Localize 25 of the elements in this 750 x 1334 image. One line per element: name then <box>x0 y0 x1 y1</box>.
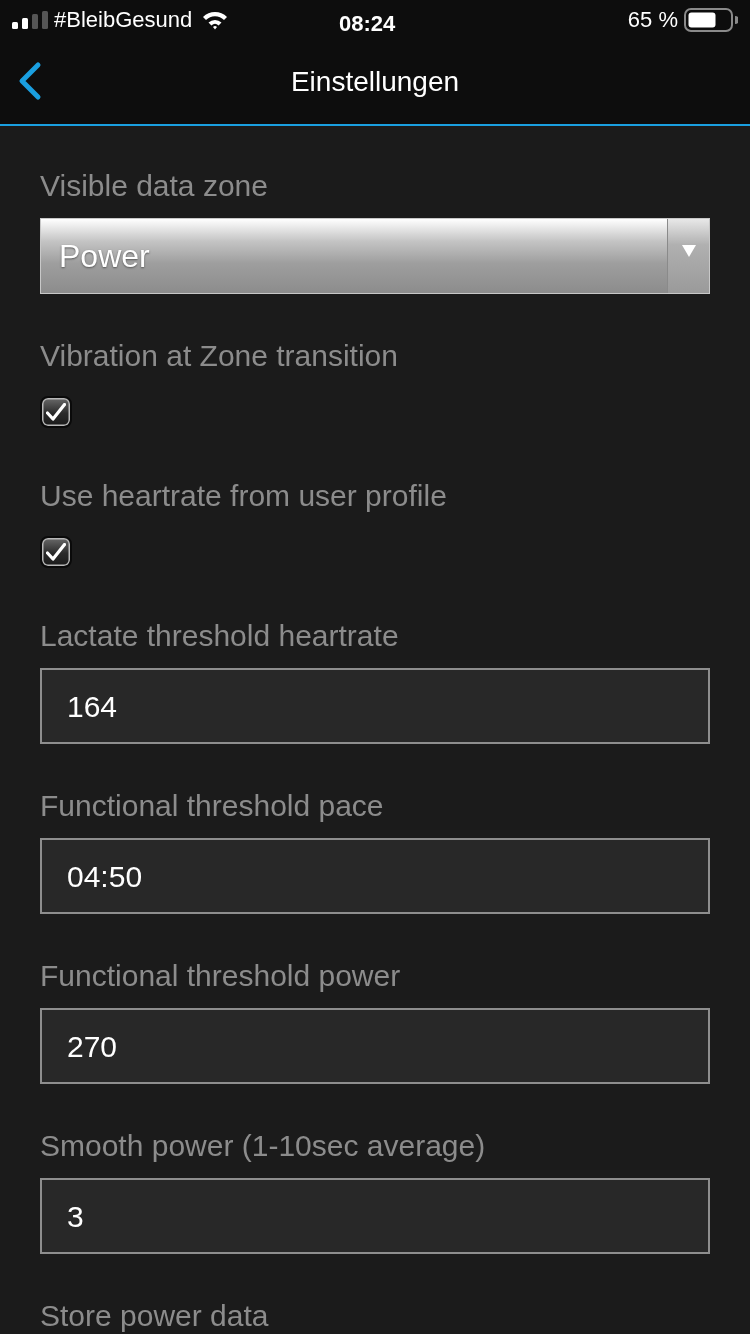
setting-label: Functional threshold power <box>40 958 402 994</box>
carrier-name: #BleibGesund <box>54 6 193 35</box>
input-field[interactable]: 270 <box>40 1008 710 1084</box>
checkbox[interactable] <box>40 396 72 428</box>
checkmark-icon <box>46 543 66 561</box>
signal-icon <box>12 10 48 29</box>
clock-time: 08:24 <box>339 10 396 38</box>
input-field[interactable]: 04:50 <box>40 838 710 914</box>
setting-label: Use heartrate from user profile <box>40 478 447 514</box>
battery-icon <box>684 7 738 32</box>
input-field[interactable]: 3 <box>40 1178 710 1254</box>
input-field[interactable]: 164 <box>40 668 710 744</box>
wifi-icon <box>202 9 229 30</box>
setting-label: Functional threshold pace <box>40 788 385 824</box>
screen-title: Einstellungen <box>290 64 460 99</box>
checkmark-icon <box>46 403 66 421</box>
caret-icon <box>681 245 696 257</box>
setting-label: Smooth power (1-10sec average) <box>40 1128 487 1164</box>
battery-percent: 65 % <box>627 6 678 35</box>
setting-label: Store power data <box>40 1298 270 1334</box>
setting-label: Vibration at Zone transition <box>40 338 398 374</box>
setting-label: Visible data zone <box>40 168 269 204</box>
back-chevron-icon <box>17 60 43 101</box>
setting-label: Lactate threshold heartrate <box>40 618 400 654</box>
checkbox[interactable] <box>40 536 72 568</box>
